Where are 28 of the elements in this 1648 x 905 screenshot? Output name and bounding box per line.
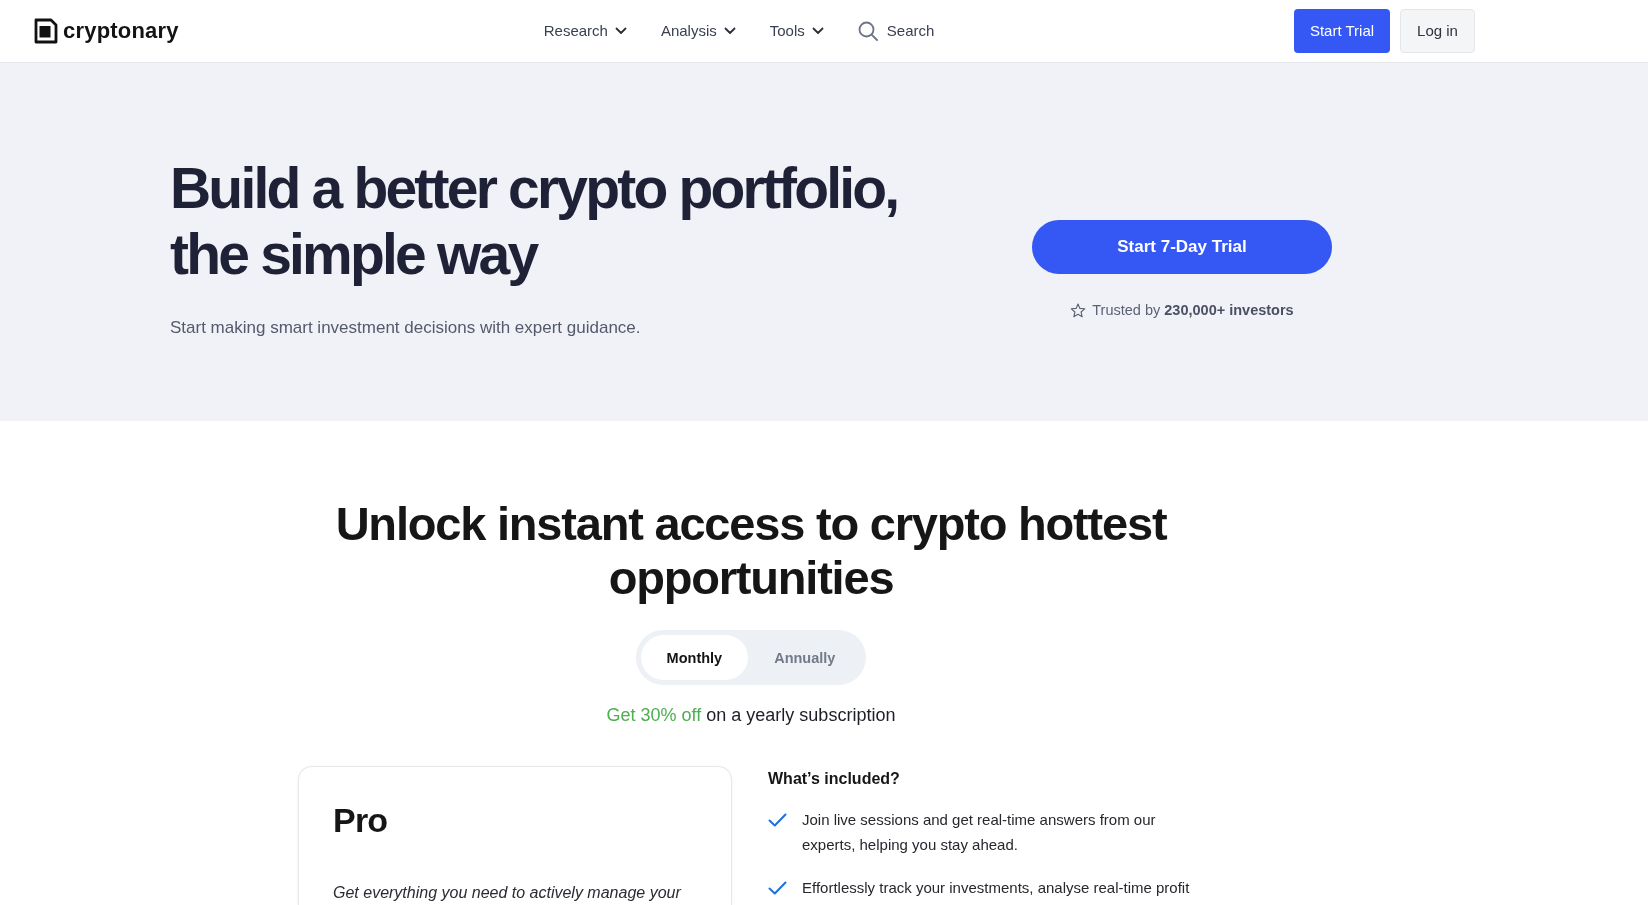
check-icon <box>768 813 787 827</box>
star-icon <box>1070 302 1087 318</box>
feature-text: Effortlessly track your investments, analyse real-time profit <box>802 878 1191 898</box>
nav-menu-item[interactable]: Tools <box>769 21 824 41</box>
check-icon <box>768 881 787 895</box>
trial-button[interactable]: Start 7-Day Trial <box>1032 220 1332 274</box>
caret-icon <box>614 27 627 35</box>
nav-menu-item[interactable]: Analysis <box>660 21 736 41</box>
pricing-heading: Unlock instant access to crypto hottest opportunities <box>334 497 1168 605</box>
caret-icon <box>811 27 824 35</box>
caret-icon <box>723 27 736 35</box>
search-icon <box>857 21 878 41</box>
search-button[interactable]: Search <box>857 21 935 41</box>
logo-icon[interactable] <box>34 18 58 44</box>
feature-text: Join live sessions and get real-time answers from our experts, helping you stay ahead. <box>802 810 1157 855</box>
trial-button[interactable]: Start Trial <box>1294 9 1390 53</box>
billing-tab[interactable]: Monthly <box>640 635 749 680</box>
trust-note: Trusted by 230,000+ investors <box>1092 301 1294 320</box>
hero-subtitle: Start making smart investment decisions with expert guidance. <box>170 317 642 339</box>
included-heading: What’s included? <box>768 769 901 789</box>
logo-text[interactable]: cryptonary <box>63 18 179 44</box>
discount-note: Get 30% off on a yearly subscription <box>606 704 896 727</box>
plan-name: Pro <box>333 800 389 840</box>
nav-menu-item[interactable]: Research <box>543 21 627 41</box>
login-button[interactable]: Log in <box>1400 9 1475 53</box>
hero-heading: Build a better crypto portfolio, the simple way <box>170 155 899 287</box>
billing-tab[interactable]: Annually <box>748 635 862 680</box>
plan-description: Get everything you need to actively manage your <box>333 883 683 903</box>
